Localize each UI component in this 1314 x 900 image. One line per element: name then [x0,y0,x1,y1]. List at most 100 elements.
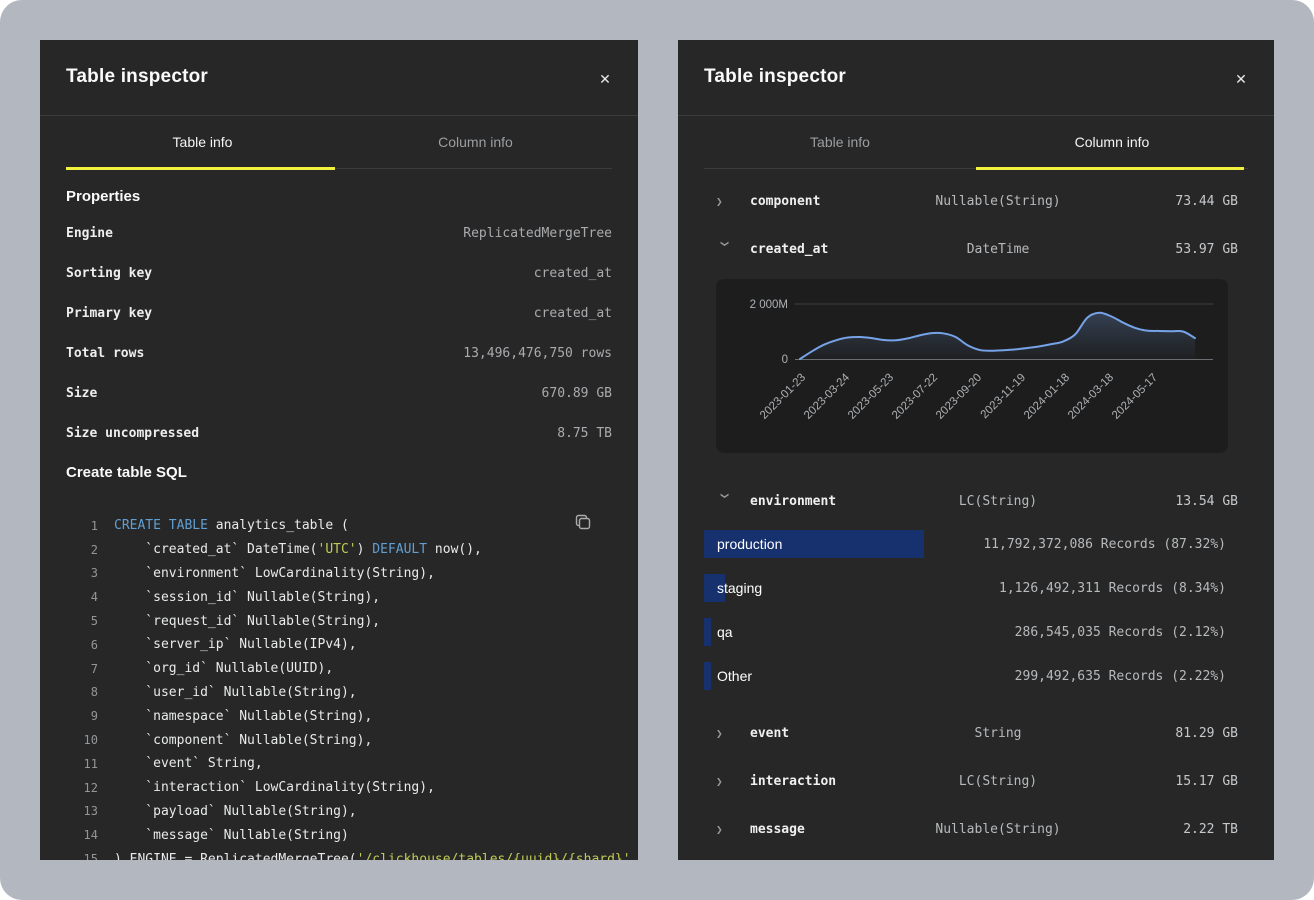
chart-axis-label: 2023-05-23 [846,372,896,422]
tab-table-info[interactable]: Table info [66,116,339,168]
sql-token: CREATE TABLE [114,518,208,533]
sql-line: 15) ENGINE = ReplicatedMergeTree('/click… [66,847,612,860]
property-value: created_at [534,306,612,321]
column-type: String [888,726,1108,741]
value-bar-label: Other [704,668,752,684]
sql-token: `component` Nullable(String), [114,733,372,748]
chevron-right-icon[interactable]: ❯ [716,776,736,787]
column-row-message[interactable]: ❯messageNullable(String)2.22 TB [704,805,1248,853]
property-row: Total rows 13,496,476,750 rows [66,333,612,373]
column-row-environment[interactable]: ❯environmentLC(String)13.54 GB [704,477,1248,525]
environment-value-bars: production11,792,372,086 Records (87.32%… [704,530,1248,690]
property-label: Size [66,386,97,401]
chevron-right-icon[interactable]: ❯ [716,824,736,835]
value-bar-row: production11,792,372,086 Records (87.32%… [704,530,1226,558]
close-button[interactable]: ✕ [594,68,616,90]
sql-line: 2 `created_at` DateTime('UTC') DEFAULT n… [66,538,612,562]
property-row: Size 670.89 GB [66,373,612,413]
column-row-event[interactable]: ❯eventString81.29 GB [704,709,1248,757]
property-row: Sorting keycreated_at [66,253,612,293]
column-size: 13.54 GB [1108,494,1238,509]
chevron-right-icon[interactable]: ❯ [716,196,736,207]
properties-list: EngineReplicatedMergeTreeSorting keycrea… [66,213,612,453]
column-info-content: ❯componentNullable(String)73.44 GB❯creat… [678,177,1274,853]
line-number: 7 [66,662,98,676]
chevron-down-icon[interactable]: ❯ [720,492,731,512]
property-value: 13,496,476,750 rows [463,346,612,361]
copy-button[interactable] [572,512,594,534]
sql-line: 8 `user_id` Nullable(String), [66,681,612,705]
sql-token: ) ENGINE = ReplicatedMergeTree( [114,852,357,860]
tab-column-info[interactable]: Column info [339,116,612,168]
sql-token: `message` Nullable(String) [114,828,349,843]
close-button[interactable]: ✕ [1230,68,1252,90]
line-number: 11 [66,757,98,771]
sql-line: 6 `server_ip` Nullable(IPv4), [66,633,612,657]
column-name: message [736,822,888,837]
sql-token: `org_id` Nullable(UUID), [114,661,333,676]
sql-token: DEFAULT [372,542,427,557]
close-icon: ✕ [1235,71,1247,88]
columns-list: ❯componentNullable(String)73.44 GB❯creat… [704,177,1248,853]
sql-token: `created_at` DateTime( [114,542,318,557]
close-icon: ✕ [599,71,611,88]
sql-line: 3 `environment` LowCardinality(String), [66,562,612,586]
chart-axis-label: 2024-05-17 [1110,372,1160,422]
line-number: 1 [66,519,98,533]
table-inspector-dialog-left: Table inspector ✕ Table info Column info… [40,40,638,860]
chart-axis-label: 0 [782,354,788,366]
property-value: 8.75 TB [557,426,612,441]
column-row-component[interactable]: ❯componentNullable(String)73.44 GB [704,177,1248,225]
column-type: DateTime [888,242,1108,257]
sql-token: `server_ip` Nullable(IPv4), [114,637,357,652]
property-label: Size uncompressed [66,426,199,441]
sql-token: 'UTC' [318,542,357,557]
chart-axis-label: 2023-01-23 [758,372,808,422]
sql-line: 12 `interaction` LowCardinality(String), [66,776,612,800]
property-label: Primary key [66,306,152,321]
table-info-content: Properties EngineReplicatedMergeTreeSort… [40,188,638,860]
column-size: 15.17 GB [1108,774,1238,789]
column-row-created_at[interactable]: ❯created_atDateTime53.97 GB [704,225,1248,273]
line-number: 12 [66,781,98,795]
column-row-interaction[interactable]: ❯interactionLC(String)15.17 GB [704,757,1248,805]
value-bar-label: qa [704,624,733,640]
create-table-sql-heading: Create table SQL [66,464,612,481]
sql-lines: 1CREATE TABLE analytics_table (2 `create… [66,514,612,860]
chevron-down-icon[interactable]: ❯ [720,240,731,260]
value-bar-label: production [704,536,782,552]
line-number: 3 [66,566,98,580]
value-bar-track: staging [704,574,999,602]
created-at-distribution-chart: 2 000M02023-01-232023-03-242023-05-23202… [716,279,1228,453]
chart-axis-label: 2 000M [750,299,788,311]
dialog-title: Table inspector [66,66,208,88]
line-number: 9 [66,709,98,723]
column-name: event [736,726,888,741]
sql-line: 1CREATE TABLE analytics_table ( [66,514,612,538]
line-number: 6 [66,638,98,652]
column-size: 2.22 TB [1108,822,1238,837]
column-size: 53.97 GB [1108,242,1238,257]
column-type: LC(String) [888,774,1108,789]
value-bar-records: 299,492,635 Records (2.22%) [1015,669,1226,684]
property-label: Total rows [66,346,144,361]
column-size: 73.44 GB [1108,194,1238,209]
sql-token: `request_id` Nullable(String), [114,614,380,629]
sql-token: `event` String, [114,756,263,771]
line-number: 13 [66,804,98,818]
tab-column-info[interactable]: Column info [976,116,1248,168]
tab-table-info[interactable]: Table info [704,116,976,168]
value-bar-track: qa [704,618,1015,646]
sql-token: `user_id` Nullable(String), [114,685,357,700]
column-type: LC(String) [888,494,1108,509]
value-bar-track: production [704,530,983,558]
sql-line: 9 `namespace` Nullable(String), [66,704,612,728]
table-inspector-dialog-right: Table inspector ✕ Table info Column info… [678,40,1274,860]
property-value: 670.89 GB [542,386,612,401]
chevron-right-icon[interactable]: ❯ [716,728,736,739]
properties-heading: Properties [66,188,612,205]
chart-axis-label: 2024-01-18 [1022,372,1072,422]
property-row: Size uncompressed 8.75 TB [66,413,612,453]
line-number: 5 [66,614,98,628]
line-number: 8 [66,685,98,699]
